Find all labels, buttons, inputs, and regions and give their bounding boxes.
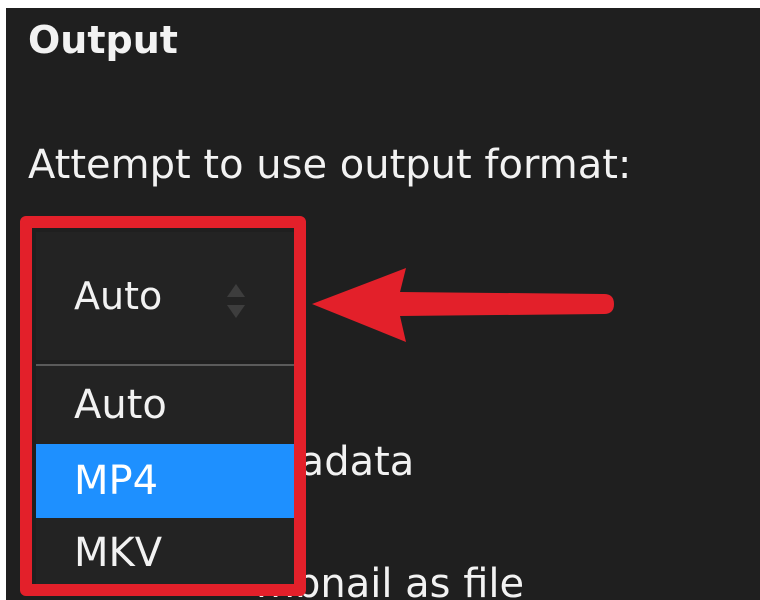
- dropdown-option-auto[interactable]: Auto: [36, 368, 302, 442]
- dropdown-option-mkv[interactable]: MKV: [36, 516, 302, 590]
- output-section-title: Output: [28, 18, 178, 62]
- output-format-select[interactable]: Auto: [36, 232, 302, 360]
- metadata-option-label[interactable]: tadata: [284, 432, 414, 492]
- settings-panel: Output Attempt to use output format: tad…: [6, 8, 760, 600]
- red-arrow-icon: [308, 264, 618, 348]
- output-format-label: Attempt to use output format:: [28, 142, 632, 188]
- output-format-dropdown-list: Auto MP4 MKV: [36, 364, 302, 588]
- select-updown-icon: [226, 284, 246, 318]
- dropdown-option-mp4[interactable]: MP4: [36, 444, 302, 518]
- output-format-select-value: Auto: [74, 274, 163, 318]
